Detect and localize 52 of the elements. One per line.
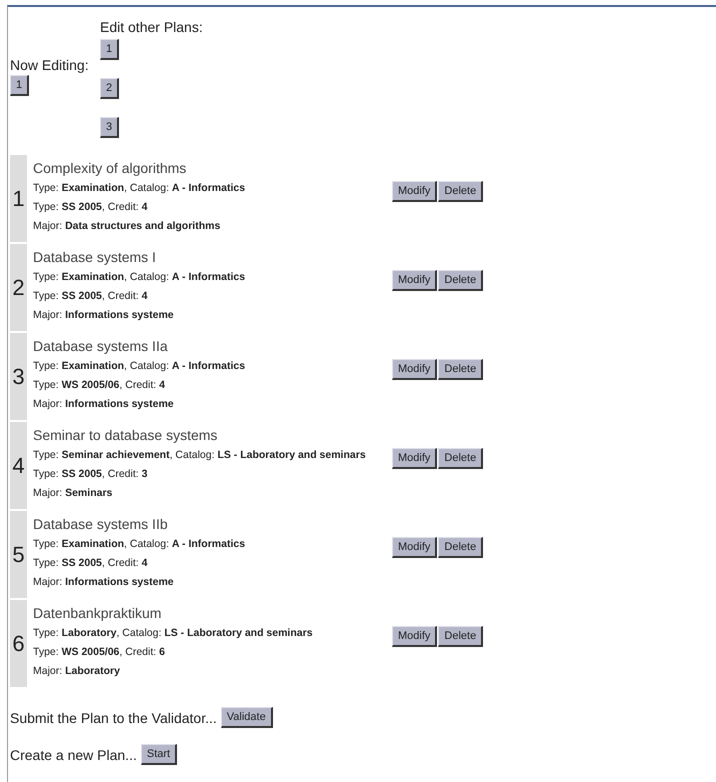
plan-detail: Major: Informations systeme [33, 575, 175, 590]
plan-detail: Type: Laboratory, Catalog: LS - Laboratory and seminars [33, 626, 314, 641]
validate-button[interactable]: Validate [220, 707, 273, 728]
plan-detail: Type: Examination, Catalog: A - Informatics [33, 270, 246, 285]
delete-button[interactable]: Delete [438, 359, 484, 380]
delete-button[interactable]: Delete [438, 537, 484, 558]
plan-detail: Type: SS 2005, Credit: 4 [33, 289, 148, 304]
plan-title: Database systems IIa [33, 338, 169, 354]
plan-number: 6 [10, 600, 27, 687]
delete-button[interactable]: Delete [438, 626, 484, 647]
plan-button[interactable]: 2 [100, 78, 120, 99]
action-text: Create a new Plan... [10, 746, 137, 762]
plan-detail: Major: Seminars [33, 486, 114, 501]
plan-detail: Major: Informations systeme [33, 308, 175, 323]
start-button[interactable]: Start [140, 744, 178, 765]
plan-detail: Type: Examination, Catalog: A - Informatics [33, 181, 246, 196]
modify-button[interactable]: Modify [392, 448, 438, 469]
plan-number: 1 [10, 155, 27, 242]
plan-number: 5 [10, 511, 27, 598]
modify-button[interactable]: Modify [392, 270, 438, 291]
plan-detail: Type: Seminar achievement, Catalog: LS - Laboratory and seminars [33, 448, 367, 463]
plan-detail: Major: Informations systeme [33, 397, 175, 412]
plan-detail: Type: SS 2005, Credit: 4 [33, 556, 148, 571]
modify-button[interactable]: Modify [392, 537, 438, 558]
plan-detail: Major: Laboratory [33, 664, 121, 679]
plan-title: Datenbankpraktikum [33, 605, 162, 621]
plan-title: Database systems IIb [33, 516, 169, 532]
modify-button[interactable]: Modify [392, 181, 438, 202]
plan-title: Seminar to database systems [33, 427, 218, 443]
other-plans-label: Edit other Plans: [100, 19, 203, 35]
delete-button[interactable]: Delete [438, 181, 484, 202]
plan-detail: Type: WS 2005/06, Credit: 6 [33, 645, 166, 660]
plan-title: Database systems I [33, 249, 157, 265]
plan-title: Complexity of algorithms [33, 160, 188, 176]
plan-detail: Type: SS 2005, Credit: 4 [33, 200, 148, 215]
plan-button[interactable]: 1 [100, 39, 120, 60]
delete-button[interactable]: Delete [438, 270, 484, 291]
plan-button[interactable]: 3 [100, 117, 120, 138]
plan-button[interactable]: 1 [10, 75, 30, 96]
delete-button[interactable]: Delete [438, 448, 484, 469]
plan-detail: Major: Data structures and algorithms [33, 219, 222, 234]
plan-detail: Type: Examination, Catalog: A - Informatics [33, 537, 246, 552]
now-editing-label: Now Editing: [10, 57, 90, 73]
modify-button[interactable]: Modify [392, 359, 438, 380]
plan-number: 3 [10, 333, 27, 420]
action-text: Submit the Plan to the Validator... [10, 710, 217, 726]
modify-button[interactable]: Modify [392, 626, 438, 647]
plan-detail: Type: WS 2005/06, Credit: 4 [33, 378, 166, 393]
plan-detail: Type: Examination, Catalog: A - Informatics [33, 359, 246, 374]
plan-detail: Type: SS 2005, Credit: 3 [33, 467, 148, 482]
plan-number: 4 [10, 422, 27, 509]
plan-number: 2 [10, 244, 27, 331]
